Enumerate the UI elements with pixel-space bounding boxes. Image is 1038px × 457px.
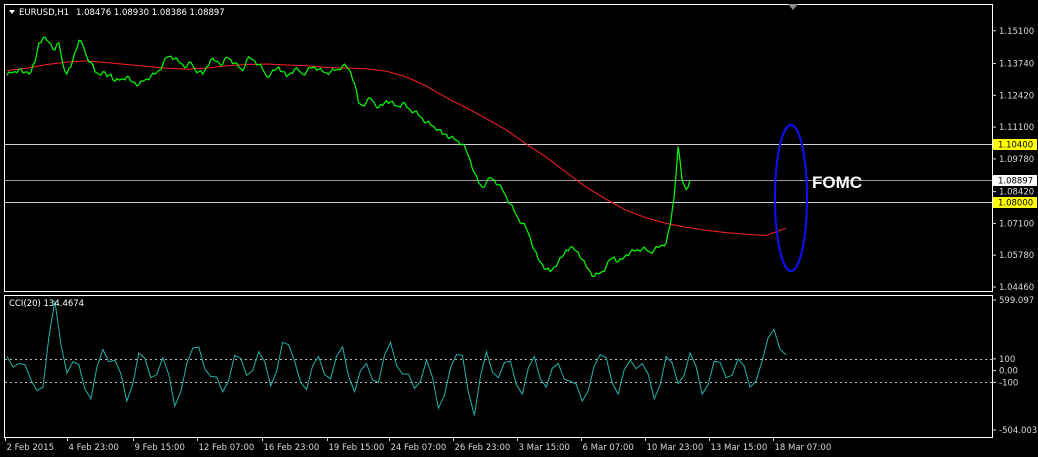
price-axis-label: 1.05780 bbox=[999, 251, 1034, 261]
fomc-ellipse bbox=[774, 124, 808, 272]
price-line bbox=[6, 36, 691, 278]
price-axis-label: 1.08420 bbox=[999, 188, 1034, 198]
price-axis-label: 1.04460 bbox=[999, 283, 1034, 293]
cci-axis-label: 599.097 bbox=[999, 296, 1034, 306]
cci-axis-label: 0.00 bbox=[999, 367, 1018, 377]
chart-canvas: 1.10400 1.08897 1.08000 1.15100 1.13740 1.12… bbox=[4, 4, 1037, 453]
cci-axis-label: -504.003 bbox=[999, 426, 1037, 436]
cci-line bbox=[6, 301, 787, 416]
time-axis-label: 18 Mar 07:00 bbox=[775, 443, 832, 453]
chart-window: 1.10400 1.08897 1.08000 1.15100 1.13740 1.12… bbox=[0, 0, 1038, 457]
price-axis-label: 1.13740 bbox=[999, 60, 1034, 70]
price-axis-label: 1.11100 bbox=[999, 123, 1034, 133]
time-axis-label: 24 Feb 07:00 bbox=[391, 443, 447, 453]
level-price-label: 1.08000 bbox=[998, 199, 1033, 209]
chart-shift-marker-icon[interactable] bbox=[788, 4, 798, 10]
cci-axis-label: 100 bbox=[999, 355, 1015, 365]
time-axis-label: 12 Feb 07:00 bbox=[199, 443, 255, 453]
price-axis-label: 1.15100 bbox=[999, 27, 1034, 37]
time-axis-label: 13 Mar 15:00 bbox=[711, 443, 768, 453]
time-axis-label: 9 Feb 15:00 bbox=[135, 443, 185, 453]
time-axis-label: 2 Feb 2015 bbox=[7, 443, 55, 453]
fomc-label: FOMC bbox=[812, 173, 862, 192]
level-price-label: 1.10400 bbox=[998, 141, 1033, 151]
time-axis-label: 10 Mar 23:00 bbox=[647, 443, 704, 453]
symbol-timeframe: EURUSD,H1 bbox=[19, 8, 69, 18]
level-price-label: 1.08897 bbox=[998, 177, 1033, 187]
price-axis-label: 1.12420 bbox=[999, 91, 1034, 101]
cci-label: CCI(20) 134.4674 bbox=[9, 299, 84, 309]
main-panel-frame bbox=[4, 4, 993, 292]
time-axis-label: 6 Mar 07:00 bbox=[583, 443, 634, 453]
time-axis-label: 4 Feb 23:00 bbox=[69, 443, 119, 453]
time-axis-label: 26 Feb 23:00 bbox=[455, 443, 511, 453]
cci-panel-frame bbox=[4, 295, 993, 438]
ohlc-values: 1.08476 1.08930 1.08386 1.08897 bbox=[76, 8, 225, 18]
price-axis-label: 1.07100 bbox=[999, 219, 1034, 229]
time-axis-label: 19 Feb 15:00 bbox=[329, 443, 385, 453]
price-axis-label: 1.09780 bbox=[999, 155, 1034, 165]
moving-average-line bbox=[6, 60, 787, 237]
time-axis-label: 16 Feb 23:00 bbox=[264, 443, 320, 453]
time-axis-label: 3 Mar 15:00 bbox=[519, 443, 570, 453]
cci-axis-label: -100 bbox=[999, 378, 1018, 388]
triangle-down-icon[interactable] bbox=[9, 10, 15, 14]
